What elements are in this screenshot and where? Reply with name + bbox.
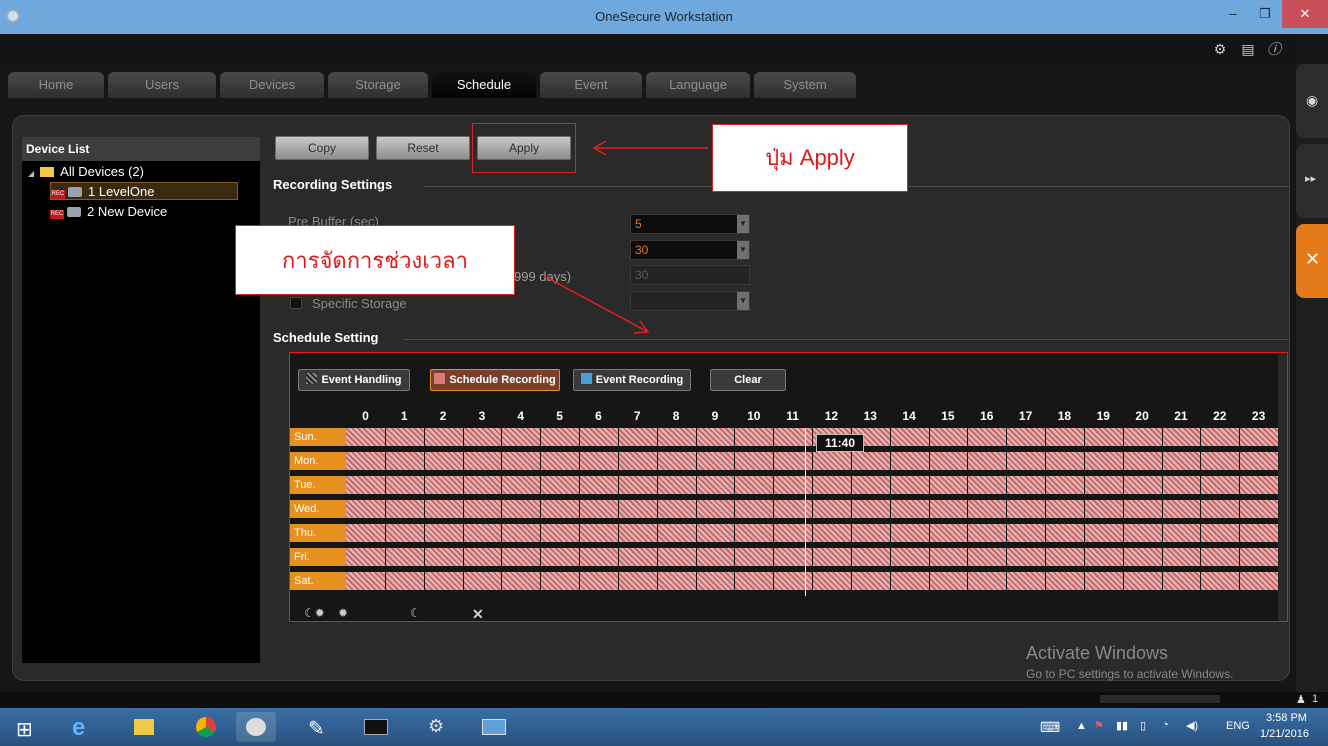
onesecure-app-icon bbox=[246, 718, 266, 736]
tab-event[interactable]: Event bbox=[540, 72, 642, 98]
tab-language[interactable]: Language bbox=[646, 72, 750, 98]
reset-button[interactable]: Reset bbox=[376, 136, 470, 160]
device-list-header: Device List bbox=[22, 137, 260, 161]
tree-root-label: All Devices (2) bbox=[60, 164, 144, 179]
specific-storage-checkbox[interactable] bbox=[290, 297, 302, 309]
users-icon: ♟ bbox=[1296, 694, 1306, 706]
chrome-taskbar-button[interactable] bbox=[186, 712, 226, 742]
folder-icon bbox=[134, 719, 154, 735]
device-item-new-device[interactable]: REC 2 New Device bbox=[50, 203, 167, 221]
network-icon[interactable]: ▮▮ bbox=[1116, 719, 1128, 732]
arrow-to-apply bbox=[592, 140, 708, 156]
device-item-levelone[interactable]: REC 1 LevelOne bbox=[50, 182, 238, 200]
window-app-icon bbox=[482, 719, 506, 735]
speaker-icon[interactable]: ◀) bbox=[1186, 719, 1198, 732]
eye-icon: ◉ bbox=[1306, 92, 1319, 108]
top-toolbar: ⚙ ▤ ⓘ bbox=[0, 34, 1296, 64]
expand-icon[interactable]: ◢ bbox=[28, 165, 34, 183]
schedule-setting-title: Schedule Setting bbox=[273, 330, 379, 345]
window-taskbar-button[interactable] bbox=[474, 712, 514, 742]
gear-icon[interactable]: ⚙ bbox=[1212, 41, 1228, 57]
pre-buffer-value: 5 bbox=[635, 217, 642, 231]
chevron-down-icon: ▼ bbox=[737, 292, 749, 310]
apply-highlight-box bbox=[472, 123, 576, 173]
cmd-taskbar-button[interactable] bbox=[356, 712, 396, 742]
windows-logo-icon: ⊞ bbox=[16, 719, 33, 741]
chevron-down-icon: ▼ bbox=[737, 241, 749, 259]
pre-buffer-select[interactable]: 5 ▼ bbox=[630, 214, 750, 234]
maximize-button[interactable]: ❐ bbox=[1248, 0, 1282, 28]
playback-button[interactable]: ▸▸ bbox=[1296, 144, 1328, 218]
clock-time[interactable]: 3:58 PM bbox=[1266, 712, 1307, 724]
post-buffer-select[interactable]: 30 ▼ bbox=[630, 240, 750, 260]
activation-watermark-title: Activate Windows bbox=[1026, 643, 1169, 663]
users-count: 1 bbox=[1312, 693, 1319, 705]
schedule-highlight-box bbox=[289, 352, 1288, 622]
time-callout: การจัดการช่วงเวลา bbox=[235, 225, 515, 295]
copy-button[interactable]: Copy bbox=[275, 136, 369, 160]
ie-taskbar-button[interactable]: e bbox=[62, 712, 102, 742]
window-title: OneSecure Workstation bbox=[595, 9, 733, 24]
side-strip: ◉ ▸▸ ✕ bbox=[1296, 64, 1328, 692]
activation-watermark-subtitle: Go to PC settings to activate Windows. bbox=[1026, 667, 1234, 681]
specific-storage-label: Specific Storage bbox=[312, 296, 407, 311]
fast-forward-icon: ▸▸ bbox=[1305, 173, 1317, 185]
preview-button[interactable]: ◉ bbox=[1296, 64, 1328, 138]
minimize-button[interactable]: – bbox=[1216, 0, 1250, 28]
tab-users[interactable]: Users bbox=[108, 72, 216, 98]
recording-settings-title: Recording Settings bbox=[273, 177, 393, 192]
paint-taskbar-button[interactable]: ✎ bbox=[296, 712, 336, 742]
tab-devices[interactable]: Devices bbox=[220, 72, 324, 98]
settings-button[interactable]: ✕ bbox=[1296, 224, 1328, 298]
device-label: 2 New Device bbox=[87, 204, 168, 219]
folder-icon bbox=[40, 167, 55, 177]
section-divider bbox=[404, 339, 1290, 340]
apply-callout: ปุ่ม Apply bbox=[712, 124, 908, 192]
device-list-panel: Device List ◢ All Devices (2) REC 1 LevelO… bbox=[22, 137, 260, 663]
device-label: 1 LevelOne bbox=[88, 184, 155, 199]
tab-system[interactable]: System bbox=[754, 72, 856, 98]
taskbar: ⊞ e ✎ ⚙ ⌨ ▲ ⚑ ▮▮ ▯ ◔ ◀) ENG 3:58 PM 1/21… bbox=[0, 708, 1328, 746]
camera-icon bbox=[67, 207, 81, 217]
flag-icon[interactable]: ⚑ bbox=[1094, 719, 1104, 732]
clock-date[interactable]: 1/21/2016 bbox=[1260, 728, 1309, 740]
tab-schedule[interactable]: Schedule bbox=[432, 72, 536, 98]
status-bar: ♟ 1 bbox=[0, 692, 1328, 708]
document-icon[interactable]: ▤ bbox=[1240, 41, 1256, 57]
internet-explorer-icon: e bbox=[72, 714, 86, 741]
start-button[interactable]: ⊞ bbox=[6, 712, 46, 742]
wifi-icon[interactable]: ◔ bbox=[1162, 719, 1169, 731]
volume-meter bbox=[1100, 695, 1220, 703]
tray-expand-icon[interactable]: ▲ bbox=[1076, 720, 1087, 732]
tools-icon: ✕ bbox=[1305, 249, 1321, 269]
tree-root[interactable]: ◢ All Devices (2) bbox=[28, 163, 144, 181]
settings-tool-icon: ⚙ bbox=[428, 716, 445, 736]
command-prompt-icon bbox=[364, 719, 388, 735]
rec-badge: REC bbox=[51, 190, 65, 199]
rec-badge: REC bbox=[50, 210, 64, 219]
close-button[interactable]: ✕ bbox=[1282, 0, 1328, 28]
app-window: OneSecure Workstation – ❐ ✕ ⚙ ▤ ⓘ Home U… bbox=[0, 0, 1328, 746]
tab-storage[interactable]: Storage bbox=[328, 72, 428, 98]
onesecure-taskbar-button[interactable] bbox=[236, 712, 276, 742]
title-bar: OneSecure Workstation – ❐ ✕ bbox=[0, 0, 1328, 34]
battery-icon[interactable]: ▯ bbox=[1140, 719, 1146, 732]
explorer-taskbar-button[interactable] bbox=[124, 712, 164, 742]
tab-home[interactable]: Home bbox=[8, 72, 104, 98]
keyboard-icon[interactable]: ⌨ bbox=[1040, 719, 1060, 736]
chevron-down-icon: ▼ bbox=[737, 215, 749, 233]
camera-icon bbox=[68, 187, 82, 197]
arrow-to-schedule bbox=[543, 275, 650, 334]
post-buffer-value: 30 bbox=[635, 243, 649, 257]
chrome-icon bbox=[196, 717, 216, 737]
language-indicator[interactable]: ENG bbox=[1226, 720, 1250, 732]
settings-taskbar-button[interactable]: ⚙ bbox=[416, 712, 456, 742]
paint-icon: ✎ bbox=[308, 718, 325, 740]
info-icon[interactable]: ⓘ bbox=[1266, 41, 1282, 57]
